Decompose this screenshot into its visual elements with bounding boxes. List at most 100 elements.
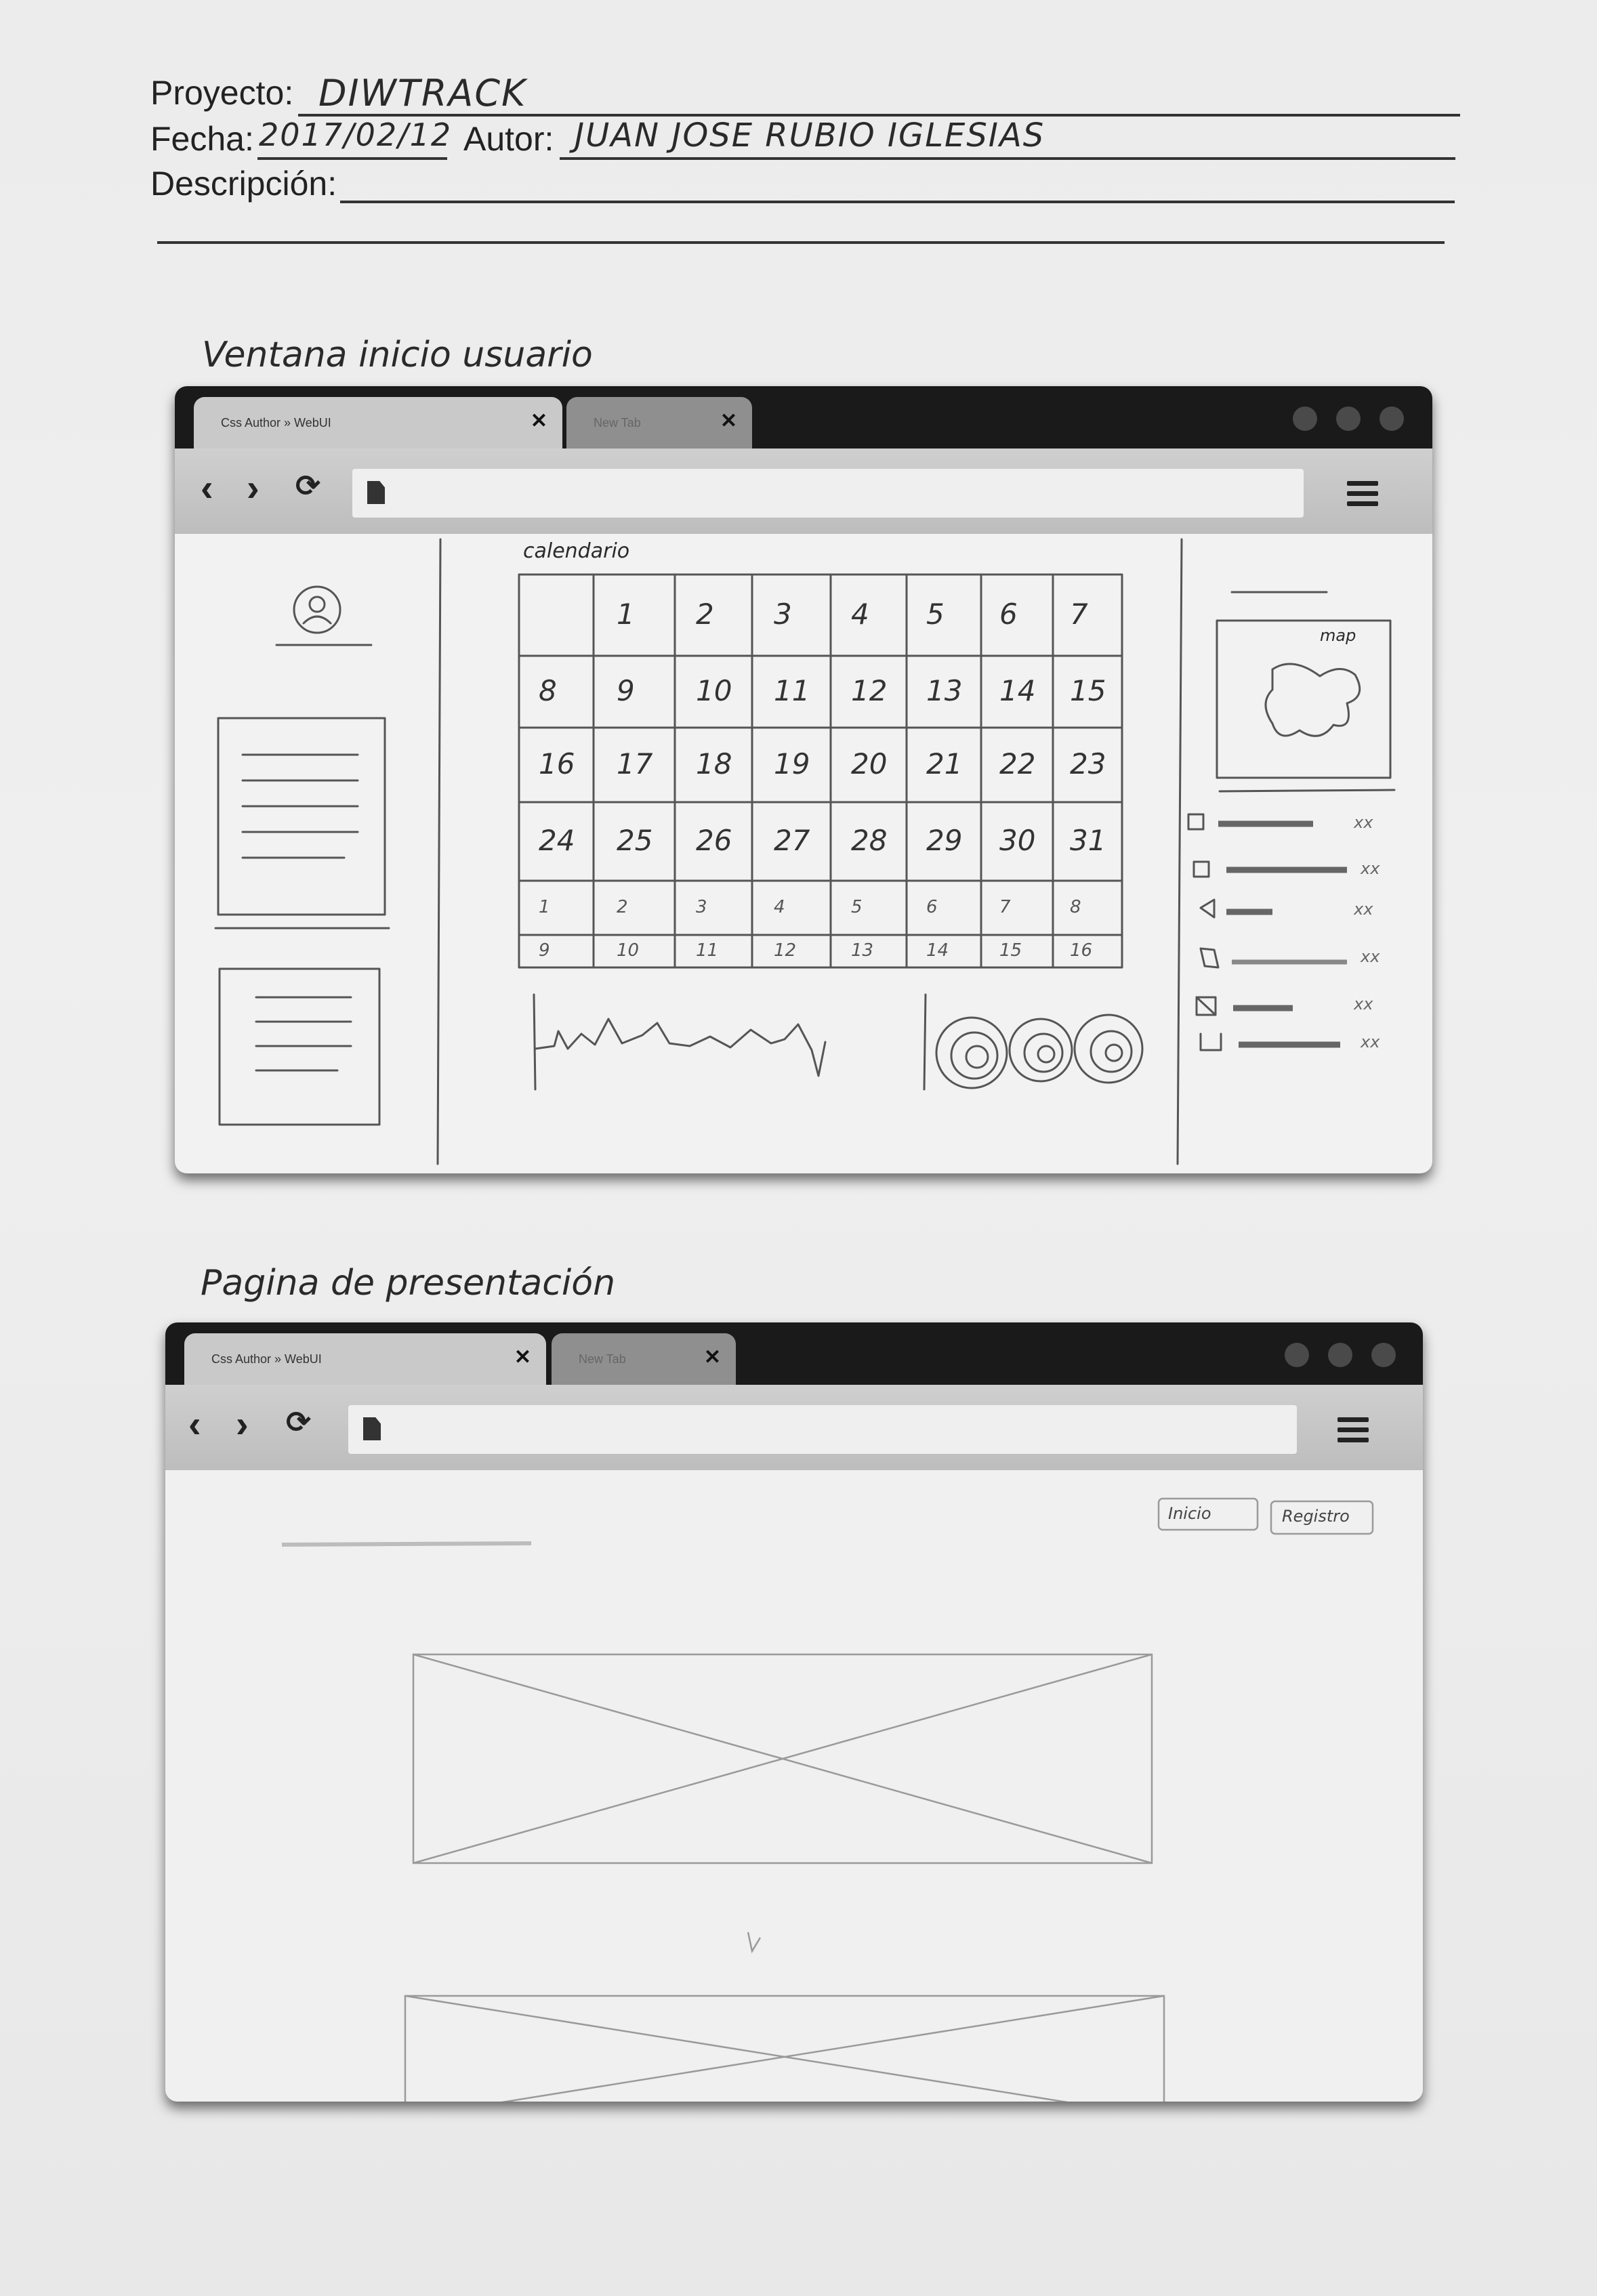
- calendar-day[interactable]: 2: [696, 598, 714, 631]
- address-bar[interactable]: [352, 469, 1304, 518]
- task-list-suffix: xx: [1354, 900, 1373, 919]
- calendar-day[interactable]: 16: [539, 747, 575, 780]
- task-list-suffix: xx: [1361, 947, 1380, 966]
- reload-icon[interactable]: ⟳: [286, 1408, 311, 1438]
- calendar-day[interactable]: 2: [617, 897, 628, 917]
- login-button[interactable]: Inicio: [1168, 1504, 1211, 1523]
- calendar-day[interactable]: 17: [617, 747, 652, 780]
- calendar-day[interactable]: 4: [851, 598, 869, 631]
- waveform-chart: [533, 993, 827, 1091]
- calendar-day[interactable]: 4: [774, 897, 785, 917]
- calendar-day[interactable]: 5: [926, 598, 945, 631]
- close-icon[interactable]: ✕: [704, 1345, 721, 1369]
- calendar-day[interactable]: 8: [1070, 897, 1081, 917]
- register-button[interactable]: Registro: [1282, 1507, 1350, 1526]
- close-icon[interactable]: ✕: [720, 409, 737, 433]
- autor-label: Autor:: [463, 120, 554, 158]
- landing-sketch: [281, 1497, 1374, 2102]
- calendar-day[interactable]: 14: [999, 674, 1035, 707]
- calendar-day[interactable]: 28: [851, 824, 887, 857]
- calendar-day[interactable]: 22: [999, 747, 1035, 780]
- sketch1-caption: Ventana inicio usuario: [202, 335, 593, 375]
- calendar-day[interactable]: 18: [696, 747, 732, 780]
- back-icon[interactable]: ‹: [188, 1405, 201, 1443]
- page-icon: [367, 481, 385, 504]
- calendar-day[interactable]: 3: [696, 897, 707, 917]
- calendar-day[interactable]: 10: [617, 940, 639, 961]
- fecha-label: Fecha:: [150, 120, 254, 158]
- browser-mockup-home: Css Author » WebUI ✕ New Tab ✕ ‹ › ⟳ cal…: [175, 386, 1432, 1173]
- calendar-day[interactable]: 16: [1070, 940, 1092, 961]
- task-list-suffix: xx: [1354, 995, 1373, 1014]
- minimize-icon[interactable]: [1293, 406, 1317, 431]
- address-bar[interactable]: [348, 1405, 1297, 1454]
- calendar-day[interactable]: 1: [539, 897, 550, 917]
- calendar-day[interactable]: 20: [851, 747, 887, 780]
- calendar-day[interactable]: 11: [774, 674, 810, 707]
- maximize-icon[interactable]: [1336, 406, 1361, 431]
- calendar-day[interactable]: 19: [774, 747, 810, 780]
- fecha-line: [257, 157, 447, 160]
- tab-inactive[interactable]: New Tab ✕: [552, 1333, 736, 1385]
- close-window-icon[interactable]: [1371, 1343, 1396, 1367]
- back-icon[interactable]: ‹: [201, 469, 213, 507]
- calendar-day[interactable]: 26: [696, 824, 732, 857]
- task-list-suffix: xx: [1361, 1032, 1380, 1051]
- task-list-suffix: xx: [1354, 813, 1373, 832]
- tab-label: New Tab: [594, 416, 641, 430]
- menu-icon[interactable]: [1347, 481, 1378, 512]
- calendar-day[interactable]: 3: [774, 598, 792, 631]
- close-icon[interactable]: ✕: [514, 1345, 531, 1369]
- left-column-divider: [436, 538, 442, 1165]
- calendar-day[interactable]: 29: [926, 824, 962, 857]
- map-widget: [1216, 619, 1396, 793]
- calendar-day[interactable]: 12: [851, 674, 887, 707]
- calendar-day[interactable]: 10: [696, 674, 732, 707]
- forward-icon[interactable]: ›: [247, 469, 260, 507]
- calendar-day[interactable]: 15: [999, 940, 1022, 961]
- close-window-icon[interactable]: [1380, 406, 1404, 431]
- tab-inactive[interactable]: New Tab ✕: [566, 397, 752, 448]
- minimize-icon[interactable]: [1285, 1343, 1309, 1367]
- forward-icon[interactable]: ›: [236, 1405, 249, 1443]
- calendar-day[interactable]: 21: [926, 747, 962, 780]
- calendar-day[interactable]: 13: [851, 940, 873, 961]
- calendar-day[interactable]: 7: [1070, 598, 1088, 631]
- calendar-day[interactable]: 15: [1070, 674, 1106, 707]
- calendar-day[interactable]: 1: [617, 598, 635, 631]
- calendar-day[interactable]: 7: [999, 897, 1011, 917]
- section-image-placeholder: [404, 1995, 1165, 2102]
- map-label: map: [1320, 626, 1356, 645]
- tab-active[interactable]: Css Author » WebUI ✕: [184, 1333, 546, 1385]
- calendar-day[interactable]: 30: [999, 824, 1035, 857]
- right-column-divider: [1176, 538, 1183, 1165]
- close-icon[interactable]: ✕: [531, 409, 547, 433]
- calendar-day[interactable]: 11: [696, 940, 718, 961]
- calendar-day[interactable]: 31: [1070, 824, 1106, 857]
- calendar-day[interactable]: 14: [926, 940, 949, 961]
- calendar-day[interactable]: 24: [539, 824, 575, 857]
- browser-titlebar: Css Author » WebUI ✕ New Tab ✕: [175, 386, 1432, 448]
- calendar-day[interactable]: 23: [1070, 747, 1106, 780]
- calendar-day[interactable]: 12: [774, 940, 796, 961]
- calendar-day[interactable]: 6: [999, 598, 1018, 631]
- calendar-day[interactable]: 9: [617, 674, 635, 707]
- descripcion-label: Descripción:: [150, 165, 337, 203]
- calendar-day[interactable]: 27: [774, 824, 810, 857]
- reload-icon[interactable]: ⟳: [295, 472, 320, 501]
- calendar-day[interactable]: 5: [851, 897, 863, 917]
- tab-label: Css Author » WebUI: [211, 1352, 322, 1366]
- calendar-day[interactable]: 25: [617, 824, 652, 857]
- calendar-day[interactable]: 9: [539, 940, 550, 961]
- menu-icon[interactable]: [1337, 1417, 1369, 1448]
- tab-active[interactable]: Css Author » WebUI ✕: [194, 397, 562, 448]
- calendar-day[interactable]: 6: [926, 897, 938, 917]
- autor-line: [560, 157, 1455, 160]
- maximize-icon[interactable]: [1328, 1343, 1352, 1367]
- tab-label: New Tab: [579, 1352, 626, 1366]
- descripcion-line: [340, 201, 1455, 203]
- calendar-day[interactable]: 8: [539, 674, 557, 707]
- proyecto-value: DIWTRACK: [318, 72, 527, 114]
- home-content: calendario map 1 2 3 4 5 6 7 8 9 10 11 12 13 14 15 16 17…: [175, 534, 1432, 1173]
- calendar-day[interactable]: 13: [926, 674, 962, 707]
